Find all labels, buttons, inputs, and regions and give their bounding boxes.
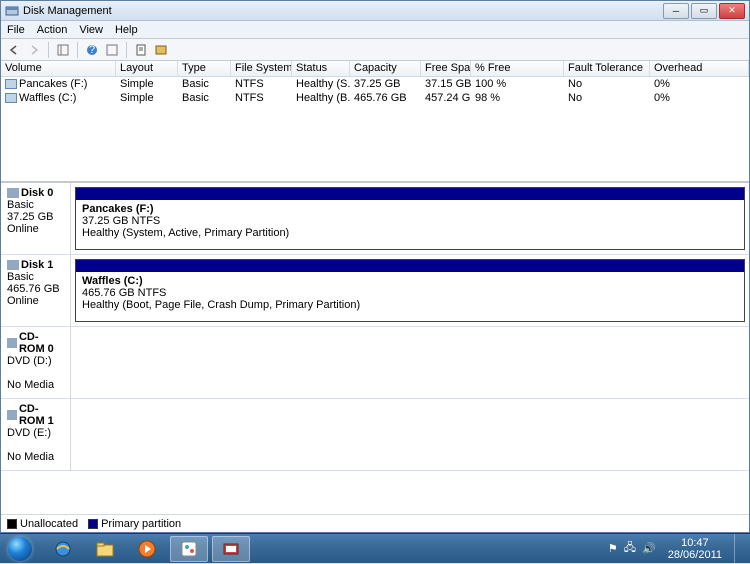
volume-list: Volume Layout Type File System Status Ca…: [1, 61, 749, 183]
show-desktop-button[interactable]: [734, 534, 744, 564]
titlebar[interactable]: Disk Management ─ ▭ ✕: [1, 1, 749, 21]
clock-time: 10:47: [668, 537, 722, 549]
col-status[interactable]: Status: [292, 61, 350, 76]
partition-stripe: [76, 260, 744, 272]
window-controls: ─ ▭ ✕: [663, 3, 745, 19]
disk-meta: CD-ROM 0 DVD (D:) No Media: [1, 327, 71, 398]
legend-primary: Primary partition: [88, 518, 181, 530]
tray-volume-icon[interactable]: 🔊: [642, 542, 656, 555]
volume-icon: [5, 93, 17, 103]
partition-box[interactable]: Waffles (C:) 465.76 GB NTFS Healthy (Boo…: [75, 259, 745, 322]
volume-row[interactable]: Pancakes (F:) Simple Basic NTFS Healthy …: [1, 77, 749, 91]
tray-flag-icon[interactable]: ⚑: [608, 542, 618, 555]
partition-stripe: [76, 188, 744, 200]
partition-body: Waffles (C:) 465.76 GB NTFS Healthy (Boo…: [76, 272, 744, 321]
back-button[interactable]: [5, 41, 23, 59]
volume-row[interactable]: Waffles (C:) Simple Basic NTFS Healthy (…: [1, 91, 749, 105]
taskbar-ie[interactable]: [44, 536, 82, 562]
forward-button[interactable]: [25, 41, 43, 59]
partition-area: Pancakes (F:) 37.25 GB NTFS Healthy (Sys…: [71, 183, 749, 254]
no-media-area: [71, 399, 749, 470]
no-media-area: [71, 327, 749, 398]
taskbar-explorer[interactable]: [86, 536, 124, 562]
optical-icon: [7, 410, 17, 420]
taskbar-diskmgmt[interactable]: [212, 536, 250, 562]
col-filesystem[interactable]: File System: [231, 61, 292, 76]
start-orb-icon: [8, 537, 32, 561]
show-hide-tree-button[interactable]: [54, 41, 72, 59]
settings-button[interactable]: [152, 41, 170, 59]
disk-meta: CD-ROM 1 DVD (E:) No Media: [1, 399, 71, 470]
col-overhead[interactable]: Overhead: [650, 61, 749, 76]
optical-icon: [7, 338, 17, 348]
pinned-apps: [40, 536, 254, 562]
partition-name: Pancakes (F:): [82, 203, 738, 215]
system-tray: ⚑ 🖧 🔊 10:47 28/06/2011: [602, 534, 750, 564]
close-button[interactable]: ✕: [719, 3, 745, 19]
partition-body: Pancakes (F:) 37.25 GB NTFS Healthy (Sys…: [76, 200, 744, 249]
svg-text:?: ?: [89, 44, 95, 56]
partition-sub: 37.25 GB NTFS: [82, 215, 738, 227]
clock[interactable]: 10:47 28/06/2011: [662, 537, 728, 561]
partition-health: Healthy (Boot, Page File, Crash Dump, Pr…: [82, 299, 738, 311]
legend-unallocated: Unallocated: [7, 518, 78, 530]
separator: [77, 42, 78, 58]
maximize-button[interactable]: ▭: [691, 3, 717, 19]
help-button[interactable]: ?: [83, 41, 101, 59]
menubar: File Action View Help: [1, 21, 749, 39]
tray-network-icon[interactable]: 🖧: [624, 539, 636, 558]
separator: [126, 42, 127, 58]
disk-icon: [7, 260, 19, 270]
graphical-view: Disk 0 Basic 37.25 GB Online Pancakes (F…: [1, 183, 749, 514]
menu-view[interactable]: View: [79, 24, 103, 36]
volume-name: Waffles (C:): [19, 92, 76, 104]
refresh-button[interactable]: [103, 41, 121, 59]
window-title: Disk Management: [23, 5, 663, 17]
menu-action[interactable]: Action: [37, 24, 68, 36]
disk-meta: Disk 0 Basic 37.25 GB Online: [1, 183, 71, 254]
disk-management-window: Disk Management ─ ▭ ✕ File Action View H…: [0, 0, 750, 533]
app-icon: [5, 4, 19, 18]
disk-icon: [7, 188, 19, 198]
col-percent-free[interactable]: % Free: [471, 61, 564, 76]
swatch-primary: [88, 519, 98, 529]
clock-date: 28/06/2011: [668, 549, 722, 561]
taskbar-paint[interactable]: [170, 536, 208, 562]
separator: [48, 42, 49, 58]
partition-health: Healthy (System, Active, Primary Partiti…: [82, 227, 738, 239]
volume-list-header: Volume Layout Type File System Status Ca…: [1, 61, 749, 77]
legend: Unallocated Primary partition: [1, 514, 749, 532]
partition-area: Waffles (C:) 465.76 GB NTFS Healthy (Boo…: [71, 255, 749, 326]
disk-row-disk1[interactable]: Disk 1 Basic 465.76 GB Online Waffles (C…: [1, 255, 749, 327]
col-type[interactable]: Type: [178, 61, 231, 76]
taskbar-wmp[interactable]: [128, 536, 166, 562]
disk-row-disk0[interactable]: Disk 0 Basic 37.25 GB Online Pancakes (F…: [1, 183, 749, 255]
col-freespace[interactable]: Free Spa...: [421, 61, 471, 76]
disk-row-cdrom1[interactable]: CD-ROM 1 DVD (E:) No Media: [1, 399, 749, 471]
start-button[interactable]: [0, 534, 40, 564]
minimize-button[interactable]: ─: [663, 3, 689, 19]
volume-name: Pancakes (F:): [19, 78, 87, 90]
partition-name: Waffles (C:): [82, 275, 738, 287]
taskbar: ⚑ 🖧 🔊 10:47 28/06/2011: [0, 533, 750, 563]
menu-help[interactable]: Help: [115, 24, 138, 36]
col-capacity[interactable]: Capacity: [350, 61, 421, 76]
properties-button[interactable]: [132, 41, 150, 59]
swatch-unallocated: [7, 519, 17, 529]
partition-sub: 465.76 GB NTFS: [82, 287, 738, 299]
disk-meta: Disk 1 Basic 465.76 GB Online: [1, 255, 71, 326]
disk-row-cdrom0[interactable]: CD-ROM 0 DVD (D:) No Media: [1, 327, 749, 399]
col-layout[interactable]: Layout: [116, 61, 178, 76]
menu-file[interactable]: File: [7, 24, 25, 36]
col-fault-tolerance[interactable]: Fault Tolerance: [564, 61, 650, 76]
col-volume[interactable]: Volume: [1, 61, 116, 76]
volume-icon: [5, 79, 17, 89]
partition-box[interactable]: Pancakes (F:) 37.25 GB NTFS Healthy (Sys…: [75, 187, 745, 250]
toolbar: ?: [1, 39, 749, 61]
